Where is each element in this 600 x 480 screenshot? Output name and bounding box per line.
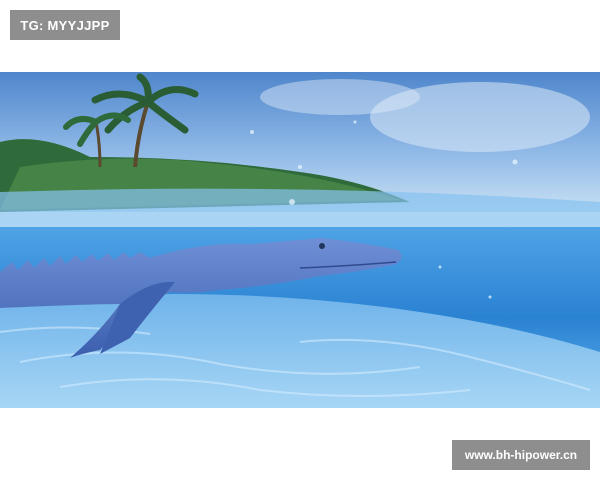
watermark-top-left: TG: MYYJJPP (10, 10, 120, 40)
underwater-photo (0, 72, 600, 408)
watermark-bottom-right: www.bh-hipower.cn (452, 440, 590, 470)
